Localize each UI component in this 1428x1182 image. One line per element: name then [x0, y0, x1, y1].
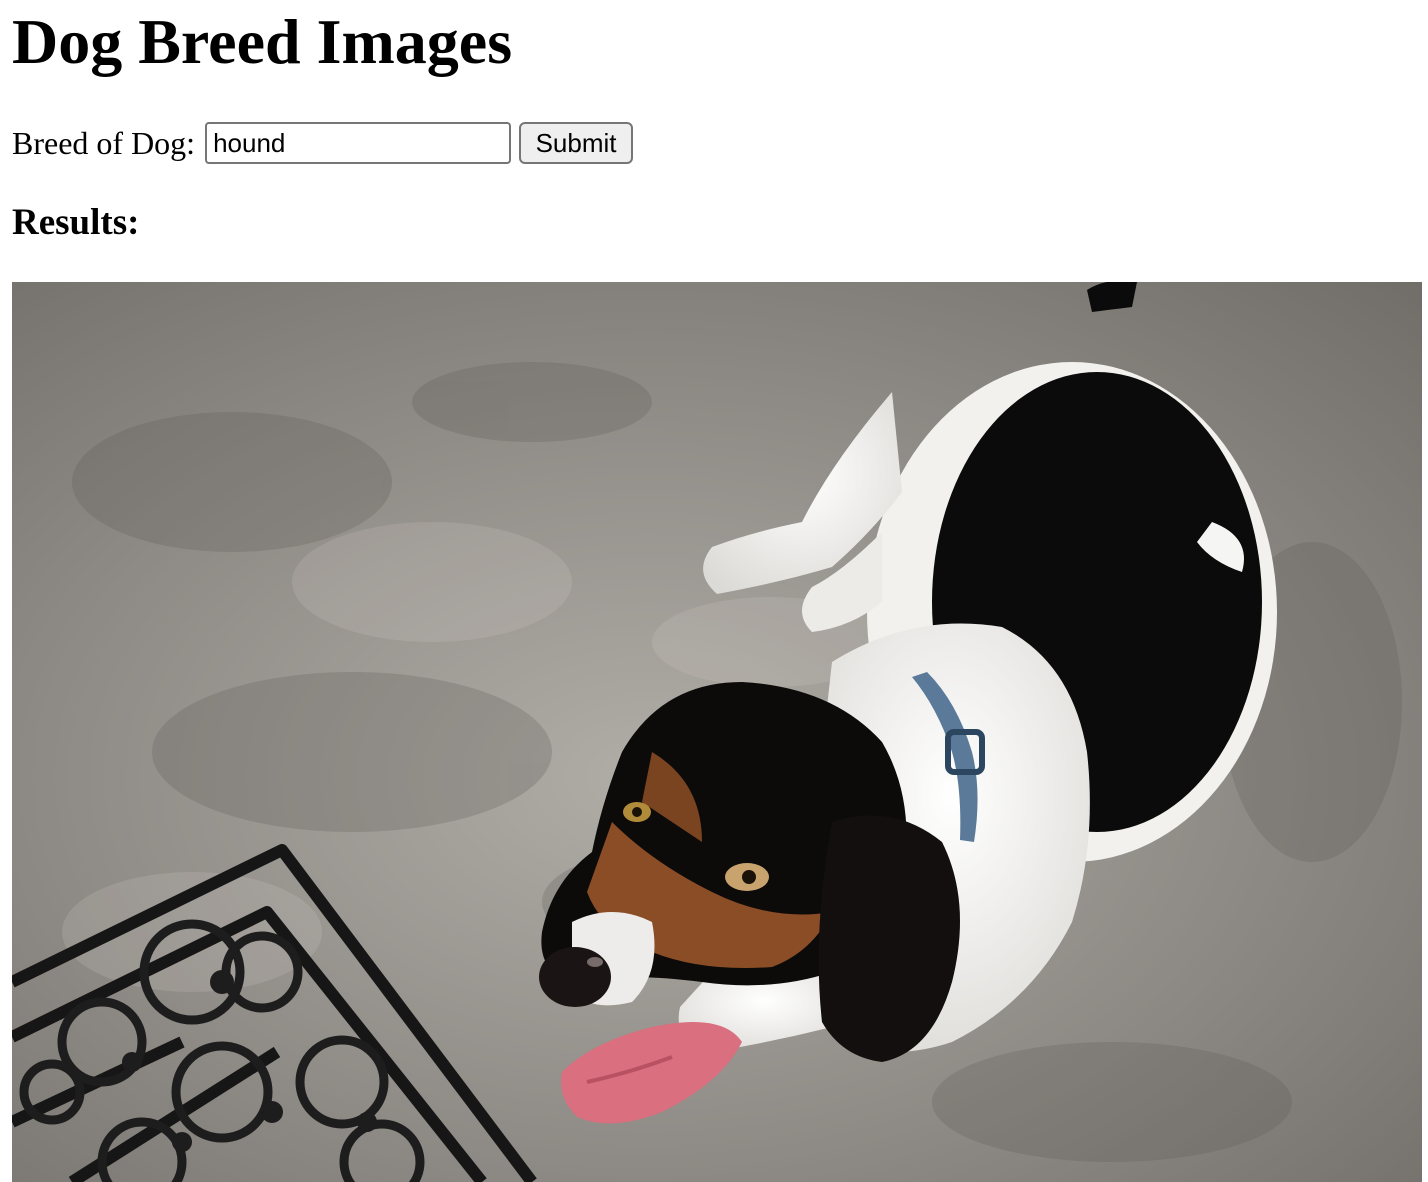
breed-form: Breed of Dog: Submit — [12, 122, 634, 164]
breed-label: Breed of Dog: — [12, 124, 196, 161]
submit-button[interactable]: Submit — [519, 122, 634, 164]
breed-input[interactable] — [205, 122, 512, 164]
page: Dog Breed Images Breed of Dog: Submit Re… — [0, 0, 1428, 1182]
dog-image — [12, 282, 1422, 1182]
results-heading: Results: — [12, 202, 140, 243]
page-title: Dog Breed Images — [12, 6, 513, 77]
